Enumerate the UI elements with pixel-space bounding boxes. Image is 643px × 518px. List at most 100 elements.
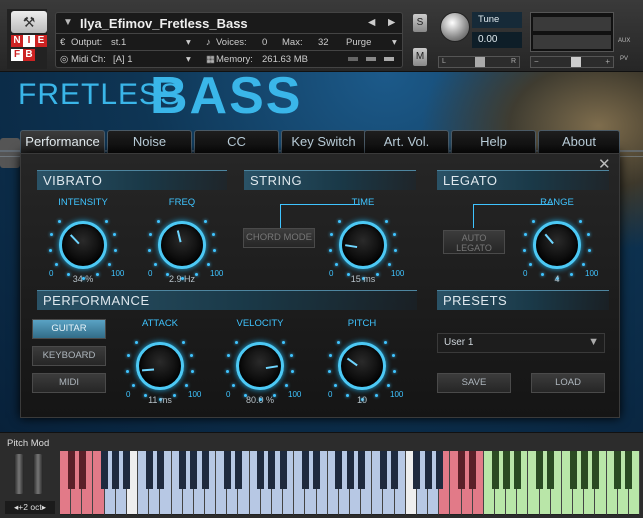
piano-black-key[interactable] — [112, 451, 120, 489]
logo-letter: F — [11, 49, 23, 61]
piano-black-key[interactable] — [78, 451, 86, 489]
solo-button[interactable]: S — [413, 14, 427, 32]
mode-guitar-button[interactable]: GUITAR — [32, 319, 106, 339]
pv-button[interactable]: PV — [620, 56, 628, 62]
piano-black-key[interactable] — [513, 451, 521, 489]
voices-value: 0 — [262, 37, 268, 48]
chord-mode-button[interactable]: CHORD MODE — [243, 228, 315, 248]
piano-black-key[interactable] — [156, 451, 164, 489]
tab-performance[interactable]: Performance — [20, 130, 105, 153]
instrument-name[interactable]: Ilya_Efimov_Fretless_Bass — [80, 16, 248, 31]
attack-knob[interactable] — [136, 342, 184, 390]
piano-black-key[interactable] — [223, 451, 231, 489]
piano-black-key[interactable] — [580, 451, 588, 489]
piano-black-key[interactable] — [179, 451, 187, 489]
mode-midi-button[interactable]: MIDI — [32, 373, 106, 393]
volume-handle[interactable] — [571, 57, 581, 67]
volume-slider[interactable]: − + — [530, 56, 614, 68]
preset-select[interactable]: User 1 ▼ — [437, 333, 605, 353]
auto-legato-button[interactable]: AUTO LEGATO — [443, 230, 505, 254]
piano-black-key[interactable] — [279, 451, 287, 489]
piano-black-key[interactable] — [201, 451, 209, 489]
piano-black-key[interactable] — [357, 451, 365, 489]
piano-black-key[interactable] — [123, 451, 131, 489]
load-button[interactable]: LOAD — [531, 373, 605, 393]
output-select[interactable]: st.1 — [111, 37, 191, 48]
aux-button[interactable]: AUX — [618, 38, 630, 44]
piano-black-key[interactable] — [301, 451, 309, 489]
piano-black-key[interactable] — [435, 451, 443, 489]
max-voices-value[interactable]: 32 — [318, 37, 329, 48]
piano-black-key[interactable] — [313, 451, 321, 489]
tab-cc[interactable]: CC — [194, 130, 279, 153]
intensity-knob[interactable] — [59, 221, 107, 269]
pitch-knob[interactable] — [338, 342, 386, 390]
freq-knob[interactable] — [158, 221, 206, 269]
meter-bar — [533, 17, 611, 31]
tune-value[interactable]: 0.00 — [472, 32, 522, 48]
preset-selected-value: User 1 — [444, 337, 474, 348]
logo-letter: B — [23, 49, 35, 61]
pitch-wheel[interactable] — [14, 454, 24, 494]
save-button[interactable]: SAVE — [437, 373, 511, 393]
collapse-arrow-icon[interactable]: ▼ — [63, 17, 73, 28]
time-knob[interactable] — [339, 221, 387, 269]
mode-keyboard-button[interactable]: KEYBOARD — [32, 346, 106, 366]
piano-black-key[interactable] — [547, 451, 555, 489]
tab-noise[interactable]: Noise — [107, 130, 192, 153]
piano-black-key[interactable] — [67, 451, 75, 489]
pitch-scale-dot — [393, 369, 397, 373]
pan-right-label: R — [510, 58, 516, 65]
piano-black-key[interactable] — [268, 451, 276, 489]
piano-black-key[interactable] — [145, 451, 153, 489]
octave-shift[interactable]: ◂+2 oct▸ — [5, 501, 55, 514]
purge-arrow-icon[interactable]: ▾ — [392, 37, 397, 48]
voices-icon: ♪ — [206, 37, 211, 48]
purge-button[interactable]: Purge — [346, 37, 371, 48]
piano-black-key[interactable] — [190, 451, 198, 489]
piano-black-key[interactable] — [469, 451, 477, 489]
velocity-scale-dot — [231, 383, 235, 387]
tune-knob[interactable] — [440, 12, 470, 42]
piano-black-key[interactable] — [101, 451, 109, 489]
intensity-scale-dot — [54, 262, 58, 266]
tab-key-switch[interactable]: Key Switch — [281, 130, 366, 153]
velocity-knob[interactable] — [236, 342, 284, 390]
pan-slider[interactable]: L R — [438, 56, 520, 68]
ni-logo[interactable]: ⚒ N I E F B — [7, 9, 47, 69]
piano-black-key[interactable] — [614, 451, 622, 489]
piano-black-key[interactable] — [491, 451, 499, 489]
piano-black-key[interactable] — [346, 451, 354, 489]
tab-help[interactable]: Help — [451, 130, 536, 153]
piano-black-key[interactable] — [569, 451, 577, 489]
piano-black-key[interactable] — [424, 451, 432, 489]
piano-black-key[interactable] — [458, 451, 466, 489]
dropdown-arrow-icon[interactable]: ▾ — [186, 54, 191, 65]
tab-about[interactable]: About — [538, 130, 620, 153]
dropdown-arrow-icon[interactable]: ▼ — [588, 336, 599, 348]
piano-black-key[interactable] — [234, 451, 242, 489]
piano-black-key[interactable] — [536, 451, 544, 489]
wrench-icon[interactable]: ⚒ — [11, 11, 47, 33]
prev-arrow-icon[interactable]: ◀ — [368, 17, 375, 28]
piano-black-key[interactable] — [257, 451, 265, 489]
piano-black-key[interactable] — [391, 451, 399, 489]
piano-black-key[interactable] — [379, 451, 387, 489]
piano-black-key[interactable] — [591, 451, 599, 489]
piano-black-key[interactable] — [502, 451, 510, 489]
minus-icon: − — [534, 57, 539, 66]
right-arrow-icon[interactable]: ▸ — [42, 502, 46, 512]
piano-black-key[interactable] — [413, 451, 421, 489]
logo-letter: I — [23, 35, 35, 47]
piano-black-key[interactable] — [335, 451, 343, 489]
next-arrow-icon[interactable]: ▶ — [388, 17, 395, 28]
mod-wheel[interactable] — [33, 454, 43, 494]
pan-handle[interactable] — [475, 57, 485, 67]
dropdown-arrow-icon[interactable]: ▾ — [186, 37, 191, 48]
piano-black-key[interactable] — [625, 451, 633, 489]
mute-button[interactable]: M — [413, 48, 427, 66]
piano-keyboard[interactable] — [60, 451, 640, 515]
range-knob[interactable] — [533, 221, 581, 269]
midi-channel-select[interactable]: [A] 1 — [113, 54, 133, 65]
tab-art-vol[interactable]: Art. Vol. — [364, 130, 449, 153]
